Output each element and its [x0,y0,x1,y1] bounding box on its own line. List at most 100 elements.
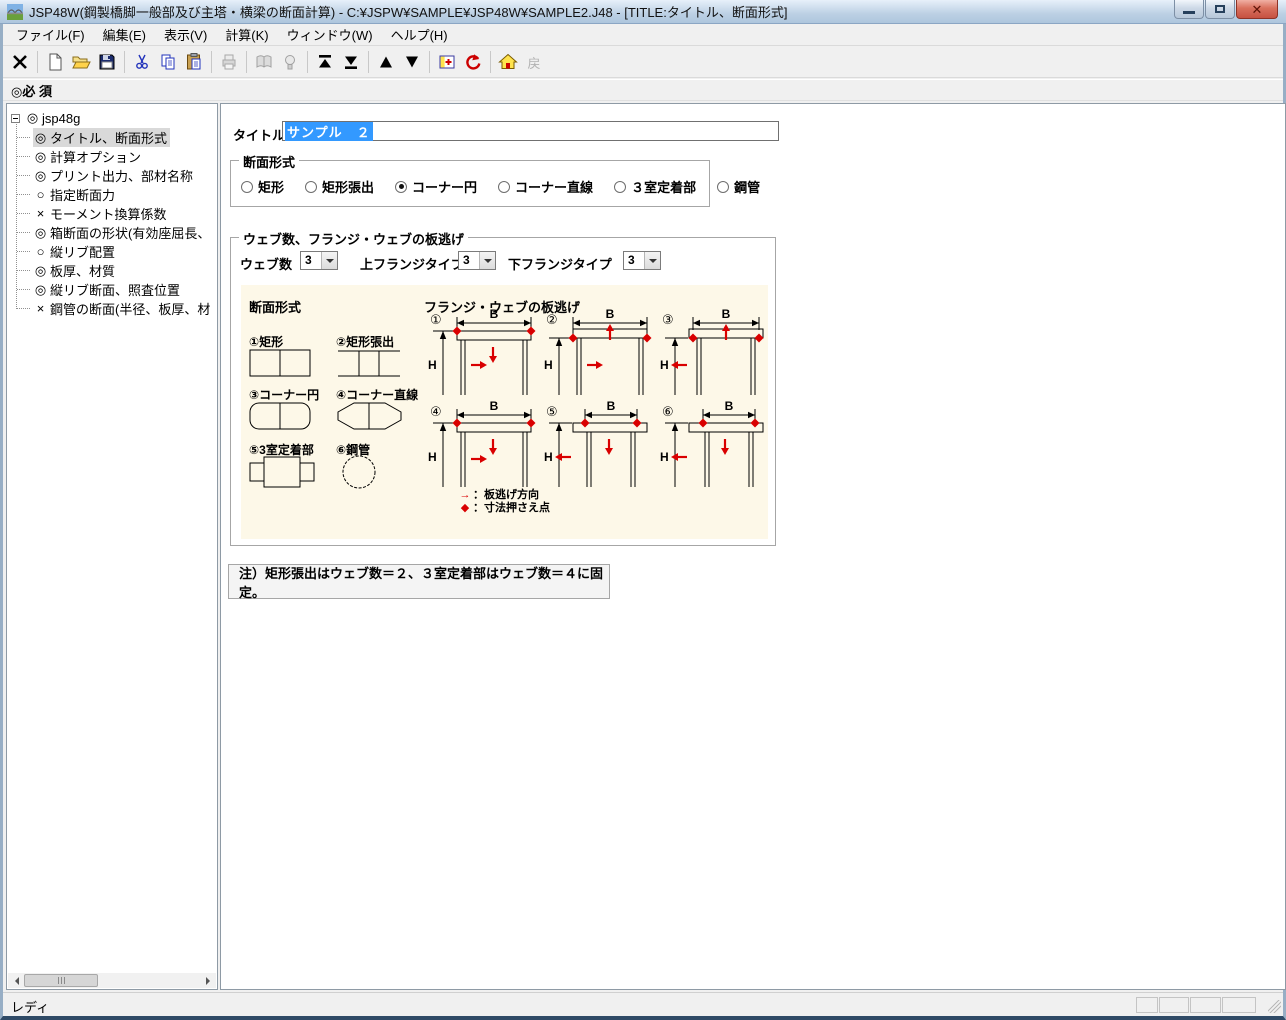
tree-horizontal-scrollbar[interactable] [8,973,216,988]
copy-button[interactable] [155,49,181,75]
radio-3cell-anchor[interactable]: ３室定着部 [614,177,696,196]
cut-button[interactable] [129,49,155,75]
goto-last-button[interactable] [338,49,364,75]
paste-button[interactable] [181,49,207,75]
close-button[interactable]: ✕ [1236,0,1278,19]
prev-page-button[interactable] [373,49,399,75]
radio-corner-circle[interactable]: コーナー円 [395,177,477,196]
book-icon [254,52,274,72]
close-doc-button[interactable] [7,49,33,75]
tree-item-rib-section[interactable]: ◎縦リブ断面、照査位置 [16,280,217,299]
shape-corner-circle [249,401,319,431]
save-button[interactable] [94,49,120,75]
radio-icon [305,181,317,193]
close-icon: ✕ [1252,3,1263,16]
required-legend: ◎必 須 [11,81,52,100]
menu-calc[interactable]: 計算(K) [216,23,277,46]
collapse-icon[interactable] [11,114,20,123]
chevron-down-icon[interactable] [644,252,660,269]
print-button-disabled[interactable] [216,49,242,75]
tree-item-calc-options[interactable]: ◎計算オプション [16,147,217,166]
svg-text:H: H [544,358,553,372]
print-icon [219,52,239,72]
flange-diagram-4: ④BH [427,399,537,489]
minimize-icon [1183,11,1195,14]
help-book-button-disabled[interactable] [251,49,277,75]
first-page-icon [315,52,335,72]
toolbar-separator [246,51,247,73]
open-file-button[interactable] [68,49,94,75]
menu-edit[interactable]: 編集(E) [94,23,155,46]
web-group-title: ウェブ数、フランジ・ウェブの板逃げ [239,229,468,248]
menu-help[interactable]: ヘルプ(H) [382,23,457,46]
copy-icon [158,52,178,72]
tree-item-plate-material[interactable]: ◎板厚、材質 [16,261,217,280]
web-count-select[interactable]: 3 [300,251,338,270]
menu-window[interactable]: ウィンドウ(W) [278,23,382,46]
toolbar-separator [37,51,38,73]
back-button-disabled[interactable]: 戻 [521,49,547,75]
title-field-label: タイトル [233,125,285,144]
shape-3cell-anchor [249,456,319,488]
new-window-button[interactable] [434,49,460,75]
tree-item-title-section[interactable]: ◎タイトル、断面形式 [16,128,217,147]
top-flange-label: 上フランジタイプ [360,254,464,273]
status-cell [1222,997,1256,1013]
top-flange-select[interactable]: 3 [458,251,496,270]
svg-text:H: H [428,358,437,372]
svg-text:H: H [660,358,669,372]
restore-button[interactable] [1205,0,1235,19]
toolbar-separator [490,51,491,73]
chevron-down-icon[interactable] [479,252,495,269]
scroll-left-icon[interactable] [8,973,23,988]
resize-grip[interactable] [1268,1000,1281,1013]
web-count-label: ウェブ数 [240,254,292,273]
flange-diagram-3: ③BH [659,307,769,397]
menu-file[interactable]: ファイル(F) [7,23,94,46]
scroll-right-icon[interactable] [201,973,216,988]
home-button[interactable] [495,49,521,75]
tree-item-pipe-section[interactable]: ×鋼管の断面(半径、板厚、材 [16,299,217,318]
bottom-flange-select[interactable]: 3 [623,251,661,270]
minimize-button[interactable] [1174,0,1204,19]
note-box: 注）矩形張出はウェブ数＝２、３室定着部はウェブ数＝４に固定。 [228,564,610,599]
section-type-group-title: 断面形式 [239,152,299,171]
recalc-button[interactable] [460,49,486,75]
radio-icon [717,181,729,193]
diagram-legend: →：板逃げ方向 ◆：寸法押さえ点 [457,489,550,515]
goto-first-button[interactable] [312,49,338,75]
tree-item-box-shape[interactable]: ◎箱断面の形状(有効座屈長、 [16,223,217,242]
toolbar-separator [429,51,430,73]
radio-rectangle-overhang[interactable]: 矩形張出 [305,177,374,196]
toolbar-separator [307,51,308,73]
note-text: 注）矩形張出はウェブ数＝２、３室定着部はウェブ数＝４に固定。 [239,563,609,601]
toolbar-separator [124,51,125,73]
tree-item-rib-layout[interactable]: ○縦リブ配置 [16,242,217,261]
radio-corner-straight[interactable]: コーナー直線 [498,177,593,196]
open-folder-icon [71,52,91,72]
radio-rectangle[interactable]: 矩形 [241,177,284,196]
next-page-button[interactable] [399,49,425,75]
tree-item-section-force[interactable]: ○指定断面力 [16,185,217,204]
shape-corner-straight [337,401,407,431]
title-input[interactable]: サンプル ２ [282,121,779,141]
toolbar-separator [211,51,212,73]
hint-button-disabled[interactable] [277,49,303,75]
title-input-value: サンプル ２ [285,122,373,141]
svg-text:⑥: ⑥ [662,404,674,419]
chevron-down-icon[interactable] [321,252,337,269]
cut-icon [132,52,152,72]
svg-text:③: ③ [662,312,674,327]
radio-steel-pipe[interactable]: 鋼管 [717,177,760,196]
radio-icon [395,181,407,193]
menu-view[interactable]: 表示(V) [155,23,216,46]
last-page-icon [341,52,361,72]
svg-text:H: H [428,450,437,464]
svg-text:①: ① [430,312,442,327]
scrollbar-thumb[interactable] [24,974,98,987]
new-file-button[interactable] [42,49,68,75]
tree-root[interactable]: ◎ jsp48g [11,108,217,128]
tree-item-print-output[interactable]: ◎プリント出力、部材名称 [16,166,217,185]
tree-item-moment-factor[interactable]: ×モーメント換算係数 [16,204,217,223]
refresh-icon [463,52,483,72]
